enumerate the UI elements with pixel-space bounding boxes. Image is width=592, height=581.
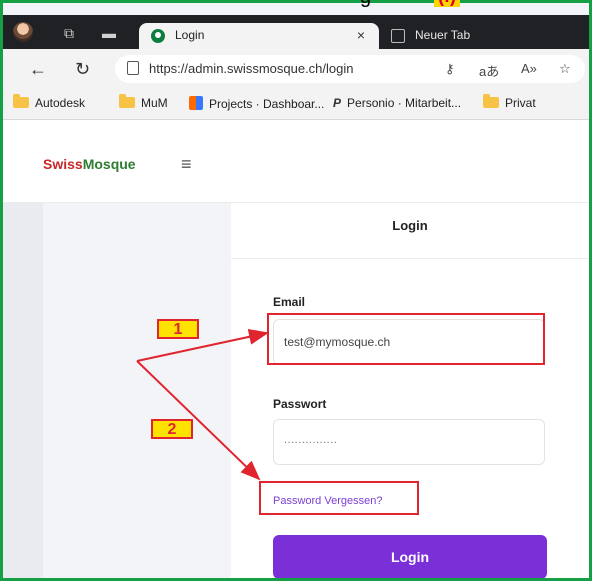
arrow-to-forgot: [136, 360, 261, 481]
caption: g (!): [0, 0, 592, 9]
arrow-to-email: [136, 328, 269, 362]
caption-badge: (!): [434, 0, 460, 7]
annotation-arrows: [136, 328, 269, 481]
caption-text: g: [360, 0, 371, 9]
screenshot-frame: ⧉ ▬ Login × Neuer Tab ← ↻ https://admin.…: [0, 0, 592, 581]
